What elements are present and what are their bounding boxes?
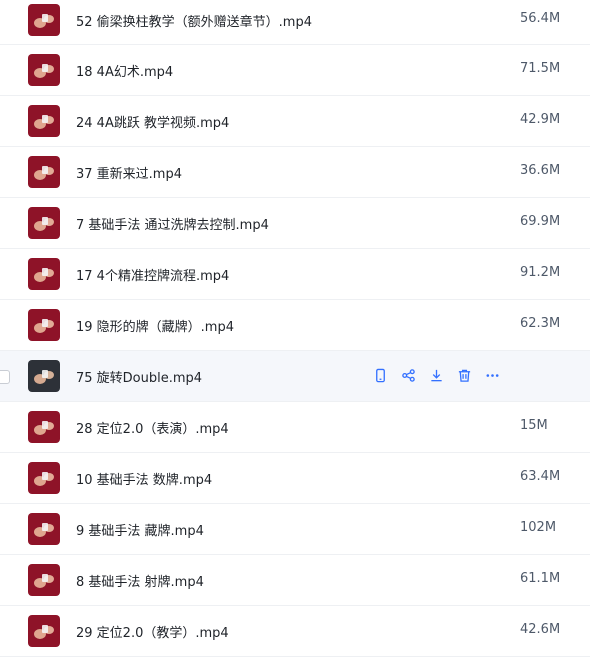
file-size: 71.5M bbox=[520, 61, 561, 76]
file-name[interactable]: 17 4个精准控牌流程.mp4 bbox=[76, 265, 229, 284]
video-thumbnail[interactable] bbox=[28, 54, 60, 86]
more-icon[interactable] bbox=[484, 367, 501, 384]
file-row[interactable]: 75 旋转Double.mp4 bbox=[0, 351, 590, 402]
file-size: 56.4M bbox=[520, 11, 561, 26]
file-name[interactable]: 18 4A幻术.mp4 bbox=[76, 61, 173, 80]
file-list: 52 偷梁换柱教学（额外赠送章节）.mp4 56.4M 18 4A幻术.mp4 71.… bbox=[0, 0, 590, 657]
file-row[interactable]: 29 定位2.0（教学）.mp4 42.6M bbox=[0, 606, 590, 657]
video-thumbnail[interactable] bbox=[28, 513, 60, 545]
video-thumbnail[interactable] bbox=[28, 156, 60, 188]
file-size: 63.4M bbox=[520, 469, 561, 484]
phone-icon[interactable] bbox=[372, 367, 389, 384]
share-icon[interactable] bbox=[400, 367, 417, 384]
file-row[interactable]: 24 4A跳跃 教学视频.mp4 42.9M bbox=[0, 96, 590, 147]
video-thumbnail[interactable] bbox=[28, 207, 60, 239]
file-row[interactable]: 18 4A幻术.mp4 71.5M bbox=[0, 45, 590, 96]
file-name[interactable]: 52 偷梁换柱教学（额外赠送章节）.mp4 bbox=[76, 11, 312, 30]
file-name[interactable]: 19 隐形的牌（藏牌）.mp4 bbox=[76, 316, 234, 335]
file-row[interactable]: 8 基础手法 射牌.mp4 61.1M bbox=[0, 555, 590, 606]
video-thumbnail[interactable] bbox=[28, 411, 60, 443]
delete-icon[interactable] bbox=[456, 367, 473, 384]
file-size: 36.6M bbox=[520, 163, 561, 178]
video-thumbnail[interactable] bbox=[28, 4, 60, 36]
file-size: 61.1M bbox=[520, 571, 561, 586]
row-actions bbox=[372, 367, 501, 384]
file-size: 102M bbox=[520, 520, 557, 535]
file-row[interactable]: 28 定位2.0（表演）.mp4 15M bbox=[0, 402, 590, 453]
file-size: 42.6M bbox=[520, 622, 561, 637]
file-name[interactable]: 28 定位2.0（表演）.mp4 bbox=[76, 418, 229, 437]
file-size: 91.2M bbox=[520, 265, 561, 280]
file-row[interactable]: 17 4个精准控牌流程.mp4 91.2M bbox=[0, 249, 590, 300]
row-checkbox[interactable] bbox=[0, 370, 10, 384]
file-size: 15M bbox=[520, 418, 548, 433]
video-thumbnail[interactable] bbox=[28, 105, 60, 137]
file-name[interactable]: 24 4A跳跃 教学视频.mp4 bbox=[76, 112, 229, 131]
file-name[interactable]: 75 旋转Double.mp4 bbox=[76, 367, 202, 386]
file-size: 62.3M bbox=[520, 316, 561, 331]
file-name[interactable]: 7 基础手法 通过洗牌去控制.mp4 bbox=[76, 214, 269, 233]
file-name[interactable]: 37 重新来过.mp4 bbox=[76, 163, 182, 182]
file-name[interactable]: 29 定位2.0（教学）.mp4 bbox=[76, 622, 229, 641]
file-name[interactable]: 9 基础手法 藏牌.mp4 bbox=[76, 520, 204, 539]
file-row[interactable]: 52 偷梁换柱教学（额外赠送章节）.mp4 56.4M bbox=[0, 0, 590, 45]
video-thumbnail[interactable] bbox=[28, 309, 60, 341]
video-thumbnail[interactable] bbox=[28, 258, 60, 290]
video-thumbnail[interactable] bbox=[28, 615, 60, 647]
file-row[interactable]: 7 基础手法 通过洗牌去控制.mp4 69.9M bbox=[0, 198, 590, 249]
file-size: 42.9M bbox=[520, 112, 561, 127]
video-thumbnail[interactable] bbox=[28, 360, 60, 392]
file-row[interactable]: 19 隐形的牌（藏牌）.mp4 62.3M bbox=[0, 300, 590, 351]
file-size: 69.9M bbox=[520, 214, 561, 229]
file-name[interactable]: 10 基础手法 数牌.mp4 bbox=[76, 469, 212, 488]
file-row[interactable]: 37 重新来过.mp4 36.6M bbox=[0, 147, 590, 198]
video-thumbnail[interactable] bbox=[28, 462, 60, 494]
file-row[interactable]: 10 基础手法 数牌.mp4 63.4M bbox=[0, 453, 590, 504]
file-row[interactable]: 9 基础手法 藏牌.mp4 102M bbox=[0, 504, 590, 555]
download-icon[interactable] bbox=[428, 367, 445, 384]
file-name[interactable]: 8 基础手法 射牌.mp4 bbox=[76, 571, 204, 590]
video-thumbnail[interactable] bbox=[28, 564, 60, 596]
